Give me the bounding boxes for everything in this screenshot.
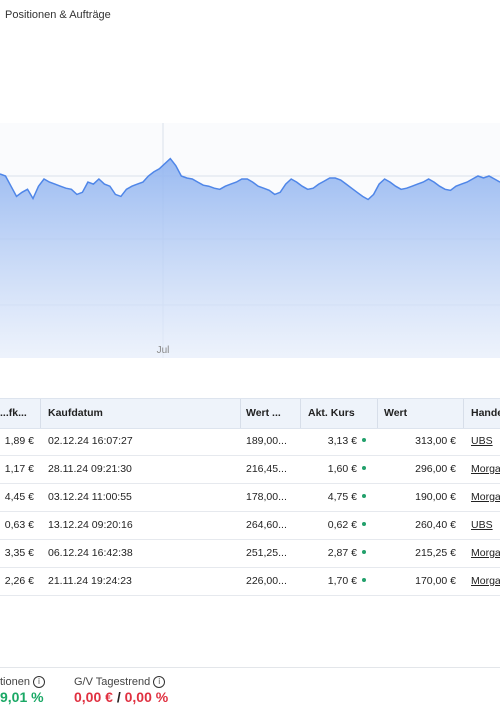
table-row[interactable]: 3,35 € 06.12.24 16:42:38 251,25... 2,87 € 21… — [0, 540, 500, 568]
current-price-cell: 4,75 € — [306, 484, 366, 511]
venue-link[interactable]: UBS — [471, 428, 500, 455]
venue-link[interactable]: Morga — [471, 484, 500, 511]
buy-price-cell: 0,63 € — [4, 519, 34, 531]
column-header-purchase-date[interactable]: Kaufdatum — [48, 399, 238, 428]
venue-link[interactable]: Morga — [471, 456, 500, 483]
buy-value-cell: 216,45... — [246, 463, 287, 475]
info-icon[interactable]: i — [32, 676, 45, 689]
top-bar: Positionen & Aufträge — [0, 0, 500, 32]
current-price-cell: 2,87 € — [306, 540, 366, 567]
buy-value-cell: 178,00... — [246, 491, 287, 503]
purchase-date-cell: 21.11.24 19:24:23 — [48, 575, 132, 587]
daily-trend-label: G/V Tagestrend i — [74, 676, 166, 689]
value-cell: 170,00 € — [415, 575, 456, 587]
performance-chart: Jul — [0, 123, 500, 358]
info-icon[interactable]: i — [153, 676, 166, 689]
buy-price-cell: 3,35 € — [4, 547, 34, 559]
table-row[interactable]: 0,63 € 13.12.24 09:20:16 264,60... 0,62 € 26… — [0, 512, 500, 540]
price-up-dot-icon — [362, 550, 366, 555]
column-header-current-price[interactable]: Akt. Kurs — [308, 399, 376, 428]
value-cell: 296,00 € — [415, 463, 456, 475]
value-cell: 313,00 € — [415, 435, 456, 447]
positions-orders-tab[interactable]: Positionen & Aufträge — [5, 9, 111, 21]
buy-price-cell: 2,26 € — [4, 575, 34, 587]
price-up-dot-icon — [362, 494, 366, 499]
buy-value-cell: 251,25... — [246, 547, 287, 559]
column-header-value[interactable]: Wert — [384, 399, 460, 428]
purchase-date-cell: 03.12.24 11:00:55 — [48, 491, 132, 503]
buy-price-cell: 4,45 € — [4, 491, 34, 503]
current-price-cell: 3,13 € — [306, 428, 366, 455]
table-row[interactable]: 2,26 € 21.11.24 19:24:23 226,00... 1,70 € 17… — [0, 568, 500, 596]
summary-footer: tionen i 9,01 % G/V Tagestrend i 0,00 € / … — [0, 667, 500, 706]
current-price-cell: 1,70 € — [306, 568, 366, 595]
daily-trend-pct: 0,00 % — [124, 689, 169, 705]
price-up-dot-icon — [362, 522, 366, 527]
chart-svg — [0, 123, 500, 358]
daily-trend-value: 0,00 € / 0,00 % — [74, 689, 168, 705]
venue-link[interactable]: UBS — [471, 512, 500, 539]
column-header-venue[interactable]: Hande — [471, 399, 500, 428]
price-up-dot-icon — [362, 578, 366, 583]
purchase-date-cell: 28.11.24 09:21:30 — [48, 463, 132, 475]
purchase-date-cell: 06.12.24 16:42:38 — [48, 547, 133, 559]
positions-metric-label: tionen i — [0, 676, 45, 689]
table-header: ...fk... Kaufdatum Wert ... Akt. Kurs We… — [0, 398, 500, 429]
purchase-date-cell: 02.12.24 16:07:27 — [48, 435, 133, 447]
table-row[interactable]: 4,45 € 03.12.24 11:00:55 178,00... 4,75 € 19… — [0, 484, 500, 512]
daily-trend-separator: / — [116, 689, 121, 705]
value-cell: 260,40 € — [415, 519, 456, 531]
price-up-dot-icon — [362, 466, 366, 471]
x-tick-label-jul: Jul — [156, 345, 170, 356]
buy-value-cell: 226,00... — [246, 575, 287, 587]
buy-price-cell: 1,89 € — [4, 435, 34, 447]
buy-price-cell: 1,17 € — [4, 463, 34, 475]
table-row[interactable]: 1,89 € 02.12.24 16:07:27 189,00... 3,13 € 31… — [0, 428, 500, 456]
table-row[interactable]: 1,17 € 28.11.24 09:21:30 216,45... 1,60 € 29… — [0, 456, 500, 484]
buy-value-cell: 264,60... — [246, 519, 287, 531]
value-cell: 215,25 € — [415, 547, 456, 559]
buy-value-cell: 189,00... — [246, 435, 287, 447]
positions-metric-value: 9,01 % — [0, 689, 44, 705]
column-header-buy-price[interactable]: ...fk... — [0, 399, 36, 428]
series-area — [0, 158, 500, 358]
column-header-buy-value[interactable]: Wert ... — [246, 399, 298, 428]
current-price-cell: 0,62 € — [306, 512, 366, 539]
daily-trend-eur: 0,00 € — [74, 689, 113, 705]
value-cell: 190,00 € — [415, 491, 456, 503]
price-up-dot-icon — [362, 438, 366, 443]
venue-link[interactable]: Morga — [471, 568, 500, 595]
purchase-date-cell: 13.12.24 09:20:16 — [48, 519, 133, 531]
venue-link[interactable]: Morga — [471, 540, 500, 567]
current-price-cell: 1,60 € — [306, 456, 366, 483]
